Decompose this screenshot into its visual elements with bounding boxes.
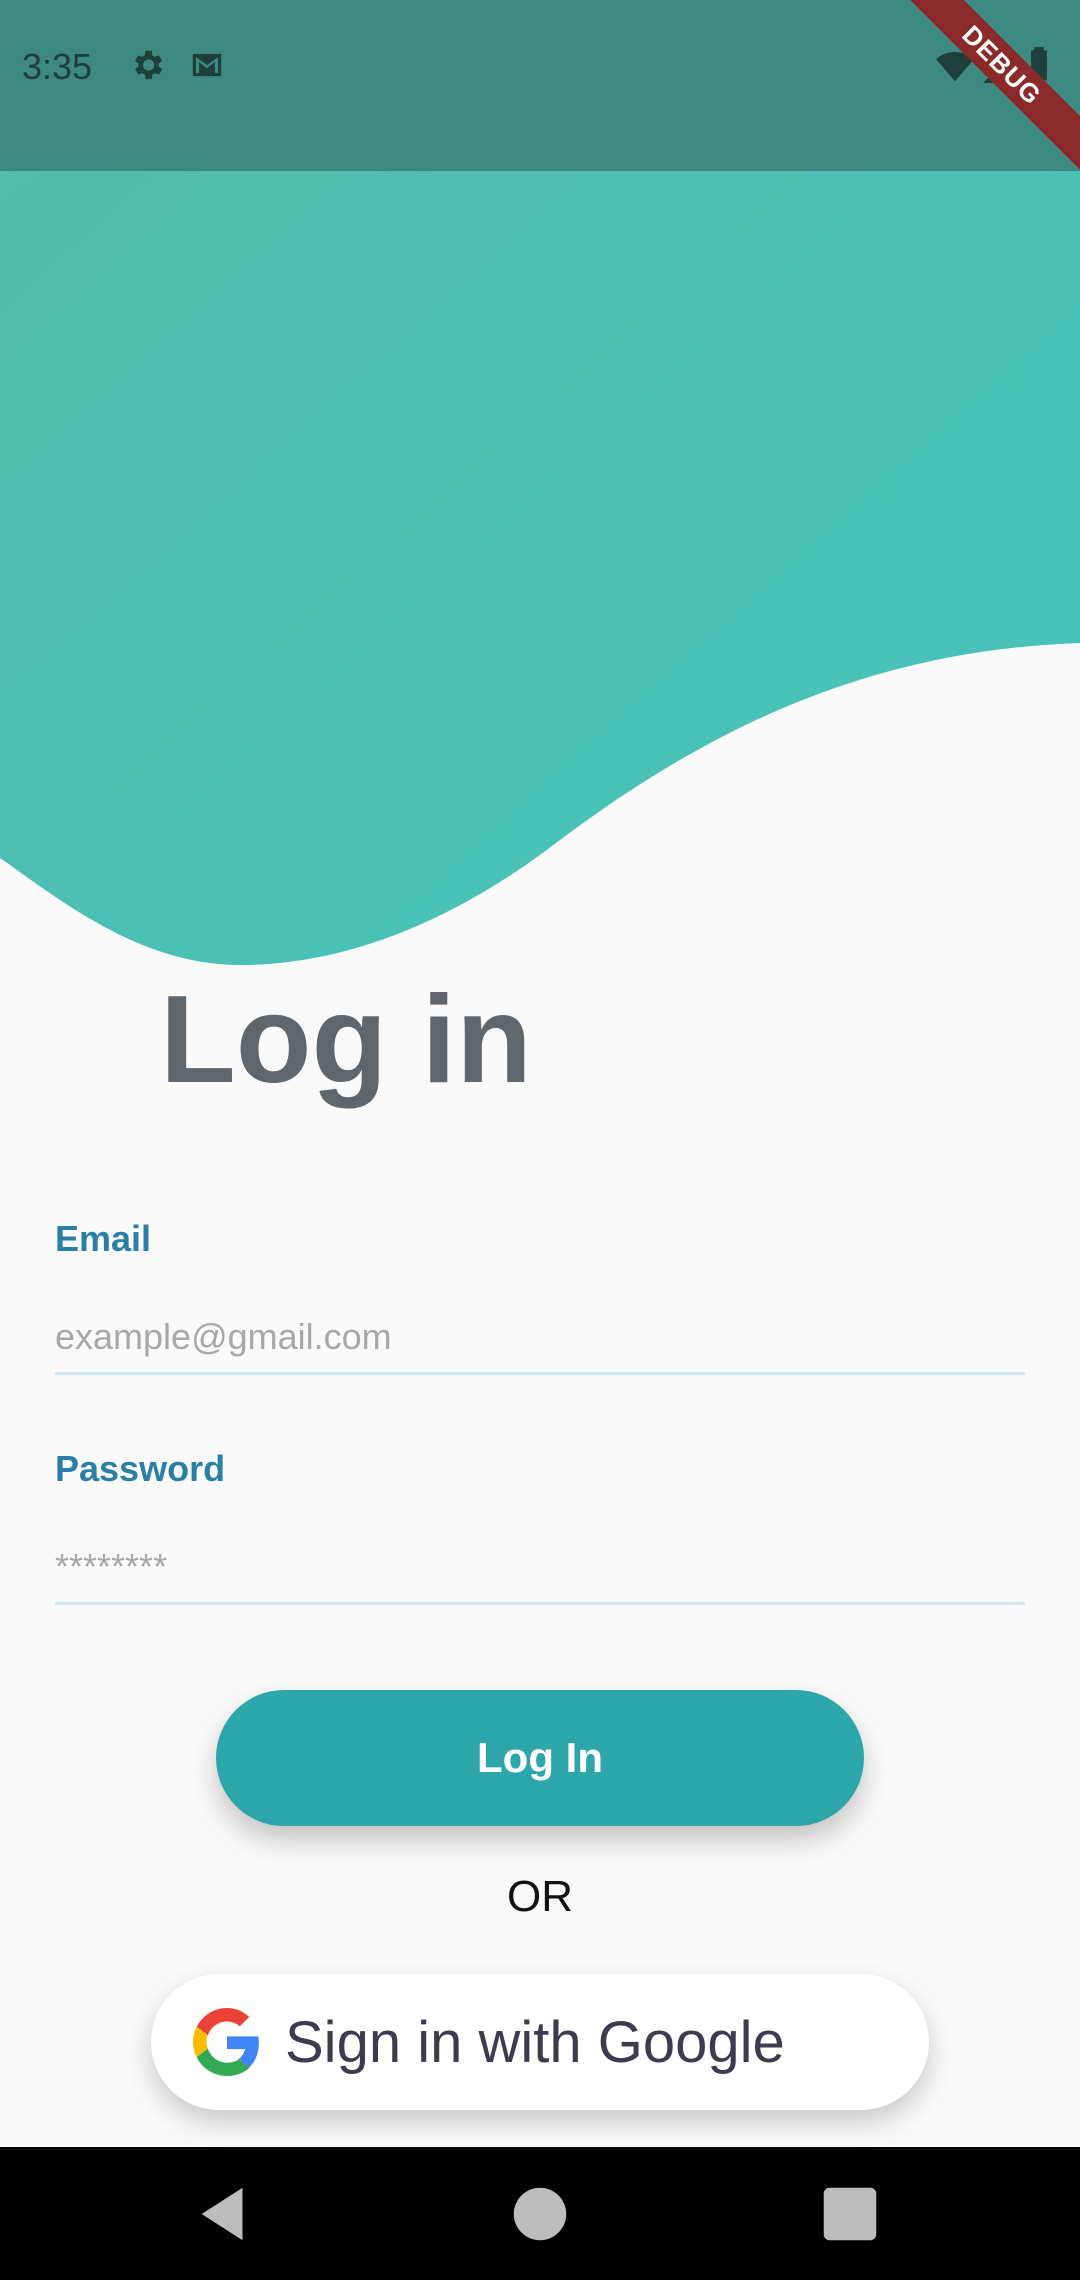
or-separator: OR	[507, 1872, 573, 1921]
email-field[interactable]	[55, 1302, 1025, 1375]
gmail-icon	[192, 53, 222, 77]
settings-icon	[134, 50, 163, 80]
google-logo-icon	[193, 2008, 259, 2076]
login-button[interactable]: Log In	[216, 1690, 864, 1826]
recents-icon[interactable]	[815, 2179, 885, 2249]
nav-bar	[0, 2147, 1080, 2280]
page-title: Log in	[160, 971, 532, 1109]
home-icon[interactable]	[505, 2179, 575, 2249]
password-label: Password	[55, 1448, 226, 1489]
password-field[interactable]	[55, 1532, 1025, 1605]
google-signin-label: Sign in with Google	[285, 2009, 785, 2075]
email-label: Email	[55, 1218, 152, 1259]
status-bar: 3:35	[0, 0, 1080, 171]
google-signin-button[interactable]: Sign in with Google	[151, 1974, 929, 2110]
status-time: 3:35	[22, 46, 93, 87]
back-icon[interactable]	[190, 2179, 260, 2249]
